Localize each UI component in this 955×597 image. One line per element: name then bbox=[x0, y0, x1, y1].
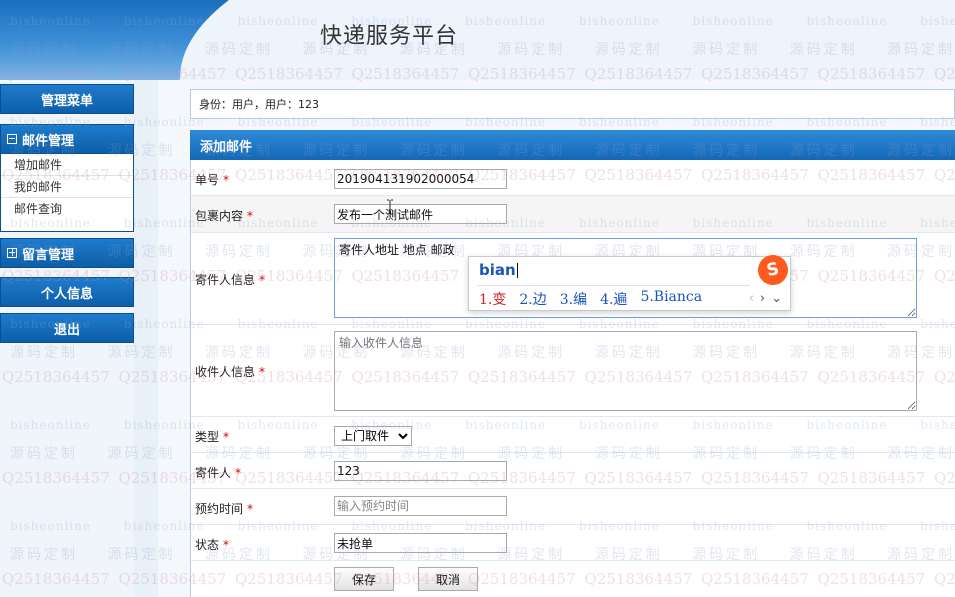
required-mark: * bbox=[259, 365, 266, 379]
form-row-package-content: 包裹内容 * bbox=[191, 196, 955, 233]
identity-bar: 身份：用户，用户：123 bbox=[190, 89, 955, 119]
field-label: 预约时间 * bbox=[195, 502, 254, 516]
ime-logo-icon: S bbox=[755, 252, 791, 288]
sidebar-group-mail[interactable]: 邮件管理 bbox=[0, 124, 134, 154]
form-row-appointment-time: 预约时间 * bbox=[191, 489, 955, 525]
sidebar-group-label: 留言管理 bbox=[22, 247, 75, 263]
menu-title: 管理菜单 bbox=[0, 84, 134, 114]
collapse-icon bbox=[7, 134, 17, 144]
field-label: 寄件人 * bbox=[195, 466, 242, 480]
ime-divider bbox=[477, 285, 750, 286]
header-curve bbox=[180, 0, 955, 80]
sidebar-item-my-mail[interactable]: 我的邮件 bbox=[1, 176, 133, 198]
required-mark: * bbox=[223, 173, 230, 187]
chevron-left-icon[interactable]: ‹ bbox=[749, 291, 754, 306]
sidebar-group-label: 邮件管理 bbox=[22, 133, 75, 149]
identity-text: 身份：用户，用户：123 bbox=[199, 98, 319, 111]
field-label: 包裹内容 * bbox=[195, 209, 254, 223]
form-row-type: 类型 * 上门取件 bbox=[191, 417, 955, 453]
form-title: 添加邮件 bbox=[190, 130, 955, 160]
ime-candidate[interactable]: 4.遍 bbox=[600, 289, 627, 309]
required-mark: * bbox=[223, 538, 230, 552]
add-mail-form: 单号* 包裹内容* 寄件人信息* 寄件人地址 地点 邮政 收件人信息* 类型* … bbox=[190, 160, 955, 597]
form-row-order-no: 单号 * bbox=[191, 160, 955, 196]
form-row-sender: 寄件人 * bbox=[191, 453, 955, 489]
page-title: 快递服务平台 bbox=[320, 24, 459, 49]
form-row-status: 状态 * bbox=[191, 525, 955, 561]
sidebar-item-logout[interactable]: 退出 bbox=[0, 313, 134, 343]
sidebar-item-mail-query[interactable]: 邮件查询 bbox=[1, 198, 133, 220]
ime-candidate[interactable]: 3.编 bbox=[560, 289, 587, 309]
ime-composition: bian bbox=[479, 261, 518, 279]
receiver-info-textarea[interactable] bbox=[334, 331, 917, 411]
ime-nav: ‹ › ⌄ bbox=[749, 291, 782, 306]
package-content-input[interactable] bbox=[334, 204, 507, 224]
appointment-time-input[interactable] bbox=[334, 496, 507, 516]
required-mark: * bbox=[259, 273, 266, 287]
ime-candidate[interactable]: 2.边 bbox=[519, 289, 546, 309]
chevron-down-icon[interactable]: ⌄ bbox=[771, 291, 782, 306]
sidebar-item-add-mail[interactable]: 增加邮件 bbox=[1, 154, 133, 176]
mail-submenu: 增加邮件 我的邮件 邮件查询 bbox=[0, 154, 134, 232]
ime-candidate-window: bian S 1.变 2.边 3.编 4.遍 5.Bianca ‹ › ⌄ bbox=[468, 252, 791, 311]
sidebar-group-messages[interactable]: 留言管理 bbox=[0, 238, 134, 268]
header-banner: 快递服务平台 bbox=[0, 0, 955, 80]
required-mark: * bbox=[247, 502, 254, 516]
ime-candidate[interactable]: 5.Bianca bbox=[640, 289, 702, 309]
field-label: 状态 * bbox=[195, 538, 230, 552]
chevron-right-icon[interactable]: › bbox=[760, 291, 765, 306]
type-select[interactable]: 上门取件 bbox=[334, 426, 412, 446]
field-label: 寄件人信息 * bbox=[195, 273, 266, 287]
required-mark: * bbox=[235, 466, 242, 480]
ime-candidate-list: 1.变 2.边 3.编 4.遍 5.Bianca bbox=[479, 289, 702, 309]
field-label: 单号 * bbox=[195, 173, 230, 187]
sidebar-gutter bbox=[134, 80, 158, 597]
field-label: 类型 * bbox=[195, 430, 230, 444]
status-input[interactable] bbox=[334, 533, 507, 553]
ime-candidate[interactable]: 1.变 bbox=[479, 289, 506, 309]
text-caret bbox=[516, 263, 518, 278]
sender-input[interactable] bbox=[334, 461, 507, 481]
field-label: 收件人信息 * bbox=[195, 365, 266, 379]
expand-icon bbox=[7, 248, 17, 258]
order-no-input[interactable] bbox=[334, 169, 507, 189]
required-mark: * bbox=[223, 430, 230, 444]
required-mark: * bbox=[247, 209, 254, 223]
form-row-receiver-info: 收件人信息 * bbox=[191, 325, 955, 417]
save-button[interactable]: 保存 bbox=[334, 567, 394, 591]
cancel-button[interactable]: 取消 bbox=[418, 567, 478, 591]
sidebar-item-personal-info[interactable]: 个人信息 bbox=[0, 277, 134, 307]
